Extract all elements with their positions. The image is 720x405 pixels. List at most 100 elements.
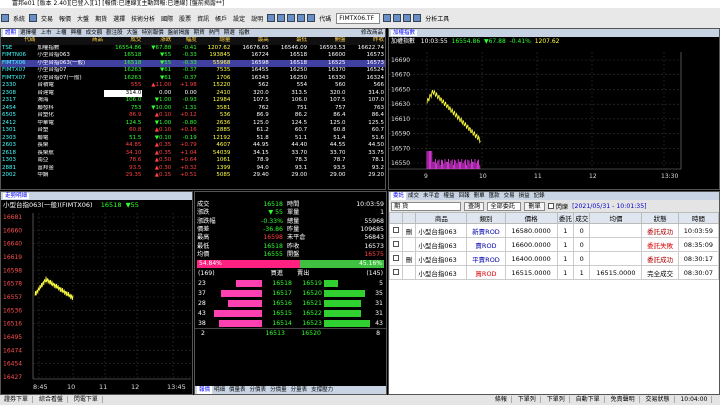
order-select-cell[interactable] [389,251,403,266]
tab-orders-1[interactable]: 成交 [406,192,421,200]
order-cancel-cell[interactable]: 刪 [401,251,417,266]
menu-item-account[interactable]: 帳戶 [212,14,230,23]
quote-row[interactable]: 2330 台積電 555 ▲11.00 +1.98 15220 562 554 560 566 [1,82,385,90]
quote-header[interactable]: 成交 [103,37,143,45]
tab-quote-2[interactable]: 上市 [39,29,54,37]
order-row[interactable]: 小型台指063 賣ROD 16600.0000 1 0 委託失敗 08:35:09 [389,237,720,252]
quote-row[interactable]: 1303 南亞 78.6 ▲0.50 +0.64 1061 78.9 78.3 78.7 78.1 [1,157,385,165]
tab-quote-5[interactable]: 成交額 [84,29,105,37]
flash-checkbox[interactable] [547,203,554,209]
orders-header[interactable]: 狀態 [641,212,679,224]
quote-row[interactable]: 2618 長榮航 34.10 ▲0.35 +1.04 54039 34.15 33.70 33.… [1,150,385,158]
orderbook-row[interactable]: 43 16515 16522 31 [198,308,383,318]
status-flash-order[interactable]: 閃電下單 [69,396,103,403]
menu-item-help[interactable]: 說明 [248,14,266,23]
toolbar-icon[interactable] [297,14,306,22]
quote-row[interactable]: TSE 加權指數 16554.86 ▼67.88 -0.41 1207.62 16676.6… [1,45,385,53]
quote-row[interactable]: 2308 台達電 314.0 0.00 0.00 2410 320.0 313.5 320.0 3… [1,89,385,97]
quote-header[interactable]: 代碼 [1,37,37,45]
quote-header[interactable]: 昨收 [346,37,385,45]
quote-header[interactable]: 最低 [269,37,309,45]
code-input[interactable]: FIMTX06.TF [336,12,381,24]
tab-orders-8[interactable]: 損益 [517,192,532,200]
tab-detail-vol-table[interactable]: 分量表 [289,386,310,394]
orders-header[interactable]: 價格 [504,212,558,224]
order-checkbox[interactable] [392,254,399,261]
order-row[interactable]: 刪小型台指063 新賣ROD 16580.0000 1 0 委託成功 10:03:59 [389,223,720,238]
tab-quote-9[interactable]: 盤前揭露 [166,29,192,37]
status-trade-state[interactable]: 交易狀態 [641,396,675,403]
order-cancel-cell[interactable] [401,237,417,252]
tab-detail-quote[interactable]: 報價 [197,386,213,394]
menu-item-technical[interactable]: 技術分析 [128,14,158,23]
tab-orders-4[interactable]: 回報 [457,192,472,200]
menu-item-market[interactable]: 大盤 [74,14,92,23]
order-cancel-cell[interactable]: 刪 [401,223,417,238]
quote-row[interactable]: 2454 聯發科 753 ▼10.00 -1.31 3581 762 751 757 763 [1,105,385,113]
quote-row[interactable]: 6505 台塑化 86.9 ▲0.10 +0.12 536 86.9 86.2 86.4 86.4 [1,112,385,120]
orders-header[interactable]: 均價 [589,212,643,224]
tab-orders-2[interactable]: 未平倉 [421,192,442,200]
menu-item-options[interactable]: 選擇 [110,14,128,23]
status-disclaimer[interactable]: 免責聲明 [606,396,640,403]
order-row[interactable]: 刪小型台指063 平賣ROD 16400.0000 1 0 委託成功 08:30:17 [389,251,720,266]
menu-item-futures[interactable]: 期貨 [92,14,110,23]
tab-detail-support[interactable]: 支撐壓力 [309,386,335,394]
tab-orders-7[interactable]: 交易 [502,192,517,200]
tab-detail-price-table[interactable]: 分價表 [248,386,269,394]
order-checkbox[interactable] [392,226,399,233]
quote-row[interactable]: 2317 鴻海 106.0 ▼1.00 -0.93 12984 107.5 106.0 107.… [1,97,385,105]
tab-quote-11[interactable]: 熱門 [207,29,222,37]
menu-item-intl[interactable]: 國際 [158,14,176,23]
orders-header[interactable]: 時間 [677,212,720,224]
tab-detail-pv[interactable]: 價量表 [227,386,248,394]
edit-products-button[interactable]: 修改商品 [359,29,385,37]
tab-quote-13[interactable]: 指數 [237,29,252,37]
toolbar-icon[interactable] [383,14,392,22]
order-checkbox[interactable] [392,240,399,247]
toolbar-icon[interactable] [277,14,286,22]
quote-row[interactable]: 2002 中鋼 29.35 ▲0.15 +0.51 5085 29.40 29.00 29.00… [1,172,385,180]
menu-item-system[interactable]: 系統 [10,14,28,23]
tab-detail-price-vol[interactable]: 分價量 [268,386,289,394]
menu-item-stock[interactable]: 股票 [176,14,194,23]
tab-orders-5[interactable]: 刪單 [472,192,487,200]
delete-order-button[interactable]: 刪單 [524,201,545,211]
quote-row[interactable]: 1301 台塑 60.8 ▲0.10 +0.16 2885 61.2 60.7 60.8 60.7 [1,127,385,135]
orderbook-row[interactable]: 38 16514 16523 43 [198,318,383,328]
toolbar-icon[interactable] [393,14,402,22]
toolbar-icon[interactable] [307,14,316,22]
menu-item-trade[interactable]: 交易 [38,14,56,23]
quote-row[interactable]: 2603 長榮 44.85 ▲0.35 +0.79 4607 44.95 44.40 44.55… [1,142,385,150]
orders-header[interactable]: 委託 [556,212,575,224]
orders-header[interactable]: 成交 [573,212,591,224]
toolbar-icon[interactable] [267,14,276,22]
tab-quote-10[interactable]: 期貨 [192,29,207,37]
quote-header[interactable]: 商品 [36,37,104,45]
tab-tick-chart[interactable]: 走勢明細 [3,193,30,199]
toolbar-icon[interactable] [29,14,38,22]
quote-row[interactable]: FIMTN06 小型台指063 16518 ▼55 -0.33 193845 16724 16… [1,52,385,60]
status-ticker[interactable]: 條報 [490,396,512,403]
tab-index-chart[interactable]: 加權指數 [391,30,418,36]
quote-row[interactable]: FIMTX07 小型台指07 16263 ▼61 -0.37 7535 16455 16250… [1,67,385,75]
quote-header[interactable]: 漲跌 [142,37,173,45]
orderbook-row[interactable]: 37 16517 16520 35 [198,288,383,298]
status-order-bar-1[interactable]: 下單列 [513,396,541,403]
toolbar-icon[interactable] [287,14,296,22]
tab-orders-0[interactable]: 委託 [391,192,407,200]
tab-orders-9[interactable]: 記錄 [532,192,547,200]
quote-row[interactable]: 2412 中華電 124.5 ▼1.00 -0.80 2636 125.0 124.5 125.… [1,120,385,128]
tab-quote-1[interactable]: 選擇權 [18,29,39,37]
cancel-order-button[interactable]: 刪 [406,256,413,264]
order-row[interactable]: 小型台指063 買ROD 16515.0000 1 1 16515.0000 完全成交 08:… [389,265,720,280]
cancel-order-button[interactable]: 刪 [406,228,413,236]
quote-header[interactable]: 開盤 [308,37,347,45]
tab-quote-0[interactable]: 證期 [3,29,19,37]
tab-quote-7[interactable]: 大盤 [125,29,140,37]
tab-quote-4[interactable]: 興櫃 [69,29,84,37]
quote-header[interactable]: 最高 [231,37,270,45]
order-select-cell[interactable] [389,237,403,252]
orders-header[interactable]: 類別 [466,212,506,224]
order-select-cell[interactable] [389,223,403,238]
